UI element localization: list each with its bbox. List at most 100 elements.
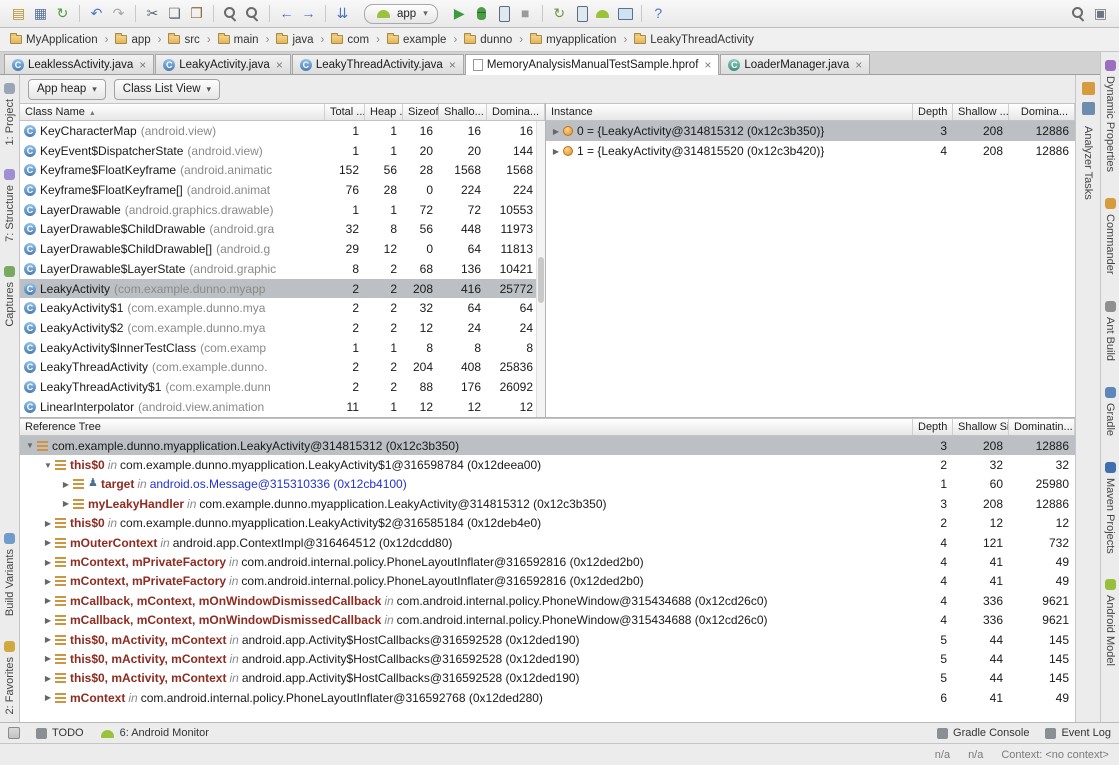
expander-icon[interactable] <box>42 596 54 605</box>
class-row[interactable]: LeakyThreadActivity$1(com.example.dunn22… <box>20 377 545 397</box>
expander-icon[interactable] <box>42 635 54 644</box>
breadcrumb-item[interactable]: com <box>331 34 387 46</box>
class-row[interactable]: LeakyActivity$InnerTestClass(com.examp11… <box>20 338 545 358</box>
tree-row[interactable]: mCallback, mContext, mOnWindowDismissedC… <box>20 591 1075 610</box>
tree-row[interactable]: this$0, mActivity, mContextinandroid.app… <box>20 630 1075 649</box>
undo-icon[interactable]: ↶ <box>86 4 107 23</box>
class-row[interactable]: LayerDrawable$LayerState(android.graphic… <box>20 259 545 279</box>
column-total[interactable]: Total ... <box>325 104 365 120</box>
run-config-combo[interactable]: app <box>364 4 438 24</box>
tree-row[interactable]: this$0incom.example.dunno.myapplication.… <box>20 514 1075 533</box>
tool-window-button[interactable]: Gradle <box>1104 387 1116 436</box>
expander-icon[interactable] <box>550 147 562 156</box>
expander-icon[interactable] <box>42 519 54 528</box>
expander-icon[interactable] <box>42 538 54 547</box>
close-icon[interactable] <box>855 60 862 70</box>
redo-icon[interactable]: ↷ <box>108 4 129 23</box>
column-shallow[interactable]: Shallo... <box>439 104 487 120</box>
device-monitor-icon[interactable] <box>614 4 635 23</box>
breadcrumb-item[interactable]: MyApplication <box>10 34 115 46</box>
save-all-icon[interactable]: ▦ <box>30 4 51 23</box>
avd-manager-icon[interactable] <box>571 4 592 23</box>
breadcrumb-item[interactable]: app <box>115 34 168 46</box>
breadcrumb-item[interactable]: java <box>276 34 331 46</box>
tool-window-button[interactable]: Ant Build <box>1104 301 1116 361</box>
tool-window-button[interactable]: Captures <box>4 266 16 327</box>
gradle-sync-icon[interactable]: ↻ <box>549 4 570 23</box>
column-dominating[interactable]: Domina... <box>1009 104 1075 120</box>
editor-tab[interactable]: MemoryAnalysisManualTestSample.hprof <box>465 54 720 75</box>
close-icon[interactable] <box>139 60 146 70</box>
tree-row[interactable]: mContextincom.android.internal.policy.Ph… <box>20 688 1075 707</box>
tool-window-button[interactable]: Event Log <box>1045 727 1111 739</box>
class-row[interactable]: LeakyActivity$1(com.example.dunno.mya223… <box>20 298 545 318</box>
expander-icon[interactable] <box>42 558 54 567</box>
class-row[interactable]: Keyframe$FloatKeyframe[](android.animat7… <box>20 180 545 200</box>
class-row[interactable]: LayerDrawable$ChildDrawable[](android.g2… <box>20 239 545 259</box>
sync-icon[interactable]: ↻ <box>52 4 73 23</box>
column-class-name[interactable]: Class Name <box>20 104 325 120</box>
tool-window-button[interactable]: 2: Favorites <box>4 641 16 714</box>
expander-icon[interactable] <box>42 654 54 663</box>
close-icon[interactable] <box>704 60 711 70</box>
class-row[interactable]: LayerDrawable$ChildDrawable(android.gra3… <box>20 220 545 240</box>
expander-icon[interactable] <box>42 461 54 470</box>
run-icon[interactable]: ▶ <box>449 4 470 23</box>
tool-window-button[interactable]: 6: Android Monitor <box>100 727 209 739</box>
column-dominating[interactable]: Domina... <box>487 104 545 120</box>
expander-icon[interactable] <box>60 499 72 508</box>
help-icon[interactable]: ? <box>648 4 669 23</box>
tool-window-button[interactable]: 1: Project <box>4 83 16 145</box>
expander-icon[interactable] <box>550 127 562 136</box>
sdk-manager-icon[interactable] <box>593 4 613 23</box>
expander-icon[interactable] <box>42 616 54 625</box>
forward-icon[interactable]: → <box>298 4 319 23</box>
heap-selector[interactable]: App heap <box>28 79 106 100</box>
tool-window-button[interactable]: Build Variants <box>4 533 16 616</box>
tree-row[interactable]: myLeakyHandlerincom.example.dunno.myappl… <box>20 494 1075 513</box>
tool-window-button[interactable]: Dynamic Properties <box>1104 60 1116 172</box>
analyzer-run-icon[interactable] <box>1082 82 1095 95</box>
scrollbar[interactable] <box>536 121 545 417</box>
stop-icon[interactable]: ■ <box>515 4 536 23</box>
tree-row[interactable]: this$0, mActivity, mContextinandroid.app… <box>20 669 1075 688</box>
column-depth[interactable]: Depth <box>913 419 953 435</box>
cut-icon[interactable]: ✂ <box>142 4 163 23</box>
tool-window-button[interactable]: Android Model <box>1104 579 1116 666</box>
editor-tab[interactable]: LeaklessActivity.java <box>4 54 154 74</box>
tool-window-button[interactable]: TODO <box>36 727 84 739</box>
debug-icon[interactable] <box>471 4 492 23</box>
breadcrumb-item[interactable]: src <box>168 34 217 46</box>
column-dominating[interactable]: Dominatin... <box>1009 419 1075 435</box>
breadcrumb-item[interactable]: myapplication <box>530 34 634 46</box>
class-row[interactable]: LinearInterpolator(android.view.animatio… <box>20 397 545 417</box>
copy-icon[interactable]: ❏ <box>164 4 185 23</box>
tree-row[interactable]: mOuterContextinandroid.app.ContextImpl@3… <box>20 533 1075 552</box>
analyzer-tasks-label[interactable]: Analyzer Tasks <box>1082 126 1094 200</box>
toolwindow-layout-icon[interactable]: ▣ <box>1090 4 1111 23</box>
tree-row[interactable]: this$0incom.example.dunno.myapplication.… <box>20 455 1075 474</box>
class-row[interactable]: Keyframe$FloatKeyframe(android.animatic1… <box>20 160 545 180</box>
instance-row[interactable]: 0 = {LeakyActivity@314815312 (0x12c3b350… <box>546 121 1075 141</box>
column-sizeof[interactable]: Sizeof <box>403 104 439 120</box>
column-instance[interactable]: Instance <box>546 104 913 120</box>
search-everywhere-icon[interactable] <box>1068 4 1089 23</box>
back-icon[interactable]: ← <box>276 4 297 23</box>
paste-icon[interactable]: ❐ <box>186 4 207 23</box>
tool-window-button[interactable]: Maven Projects <box>1104 462 1116 554</box>
instance-row[interactable]: 1 = {LeakyActivity@314815520 (0x12c3b420… <box>546 141 1075 161</box>
column-heap[interactable]: Heap ... <box>365 104 403 120</box>
tree-row[interactable]: targetinandroid.os.Message@315310336 (0x… <box>20 475 1075 494</box>
open-icon[interactable]: ▤ <box>8 4 29 23</box>
column-depth[interactable]: Depth <box>913 104 953 120</box>
scrollbar-thumb[interactable] <box>538 257 544 303</box>
expander-icon[interactable] <box>42 693 54 702</box>
close-icon[interactable] <box>276 60 283 70</box>
class-row[interactable]: LayerDrawable(android.graphics.drawable)… <box>20 200 545 220</box>
tree-row[interactable]: com.example.dunno.myapplication.LeakyAct… <box>20 436 1075 455</box>
column-shallow[interactable]: Shallow Si... <box>953 419 1009 435</box>
editor-tab[interactable]: LoaderManager.java <box>720 54 870 74</box>
class-row[interactable]: LeakyActivity(com.example.dunno.myapp222… <box>20 279 545 299</box>
editor-tab[interactable]: LeakyThreadActivity.java <box>292 54 464 74</box>
view-selector[interactable]: Class List View <box>114 79 220 100</box>
